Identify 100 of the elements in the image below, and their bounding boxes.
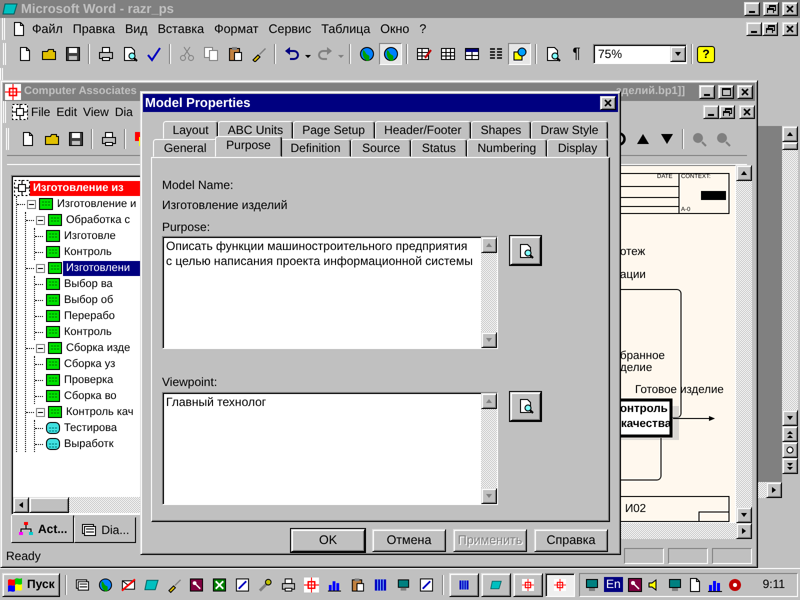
pilcrow-button[interactable]: ¶ xyxy=(565,43,588,65)
menu-item[interactable]: Edit xyxy=(53,104,80,120)
desktop-icon[interactable] xyxy=(74,576,90,592)
menu-item[interactable]: View xyxy=(80,104,112,120)
zoom-text-button[interactable] xyxy=(510,236,541,266)
menu-item[interactable]: ? xyxy=(414,22,432,36)
restore-button[interactable] xyxy=(763,2,779,16)
open-icon[interactable] xyxy=(40,46,56,62)
restore-icon[interactable] xyxy=(766,25,774,33)
document-map-icon[interactable] xyxy=(544,46,560,62)
tab[interactable]: Status xyxy=(411,139,467,157)
columns-icon[interactable] xyxy=(488,46,504,62)
tab[interactable]: Source xyxy=(351,139,412,157)
close-icon[interactable] xyxy=(742,108,752,116)
maximize-button[interactable] xyxy=(718,85,734,99)
monitor-icon[interactable] xyxy=(666,576,683,592)
scroll-right-button[interactable] xyxy=(736,523,752,539)
zoom-combo[interactable]: 75% xyxy=(593,44,687,64)
flower-icon[interactable] xyxy=(726,576,743,592)
book-icon[interactable] xyxy=(373,576,388,592)
tab[interactable]: Header/Footer xyxy=(374,121,472,139)
minimize-button[interactable] xyxy=(746,22,762,36)
pen-icon[interactable] xyxy=(418,576,434,592)
close-button[interactable] xyxy=(737,85,753,99)
globe-icon[interactable] xyxy=(358,46,374,62)
tools-icon[interactable] xyxy=(258,576,274,592)
scroll-down-button[interactable] xyxy=(782,410,798,426)
spreadsheet-icon[interactable] xyxy=(212,576,228,592)
right-arrow-icon[interactable] xyxy=(770,486,778,494)
drawing-icon[interactable] xyxy=(512,46,528,62)
magnifier-document-icon[interactable] xyxy=(518,398,534,414)
close-icon[interactable] xyxy=(786,25,794,33)
tab[interactable]: Definition xyxy=(280,139,352,157)
previous-page-button[interactable] xyxy=(782,426,798,442)
scrollbar-thumb[interactable] xyxy=(782,142,798,150)
help-button[interactable]: ? xyxy=(697,46,715,62)
browse-object-button[interactable] xyxy=(782,442,798,458)
tab[interactable]: General xyxy=(153,139,218,157)
crosshair-icon[interactable] xyxy=(522,576,534,592)
globe-icon[interactable] xyxy=(382,46,398,62)
restore-icon[interactable] xyxy=(722,108,732,116)
close-icon[interactable] xyxy=(740,88,750,96)
tab[interactable]: Draw Style xyxy=(530,121,608,139)
panel-tab[interactable]: Act... xyxy=(11,515,74,543)
menu-item[interactable]: Формат xyxy=(209,22,264,36)
viewpoint-field[interactable]: Главный технолог xyxy=(162,392,498,505)
network-icon[interactable] xyxy=(584,576,600,592)
printer-icon[interactable] xyxy=(281,576,296,592)
close-icon[interactable] xyxy=(604,99,612,107)
pen-icon[interactable] xyxy=(235,576,250,592)
right-arrow-icon[interactable] xyxy=(740,527,748,535)
collapse-icon[interactable] xyxy=(36,408,45,416)
double-up-arrow-icon[interactable] xyxy=(786,430,794,438)
menu-item[interactable]: File xyxy=(28,104,54,120)
key-icon[interactable] xyxy=(189,576,204,592)
menu-item[interactable]: Правка xyxy=(68,22,120,36)
key-icon[interactable] xyxy=(626,576,643,592)
purpose-field[interactable]: Описать функции машиностроительного предприятия с целью написания проекта информационной системы xyxy=(162,236,498,350)
save-icon[interactable] xyxy=(68,131,84,147)
collapse-icon[interactable] xyxy=(36,264,45,272)
down-arrow-icon[interactable] xyxy=(786,414,794,422)
double-down-arrow-icon[interactable] xyxy=(786,462,794,470)
close-button[interactable] xyxy=(782,22,798,36)
print-preview-icon[interactable] xyxy=(122,46,138,62)
tab[interactable]: Page Setup xyxy=(292,121,375,139)
undo-icon[interactable] xyxy=(284,46,300,62)
dropdown-button[interactable] xyxy=(670,46,686,62)
table-icon[interactable] xyxy=(440,46,456,62)
minimize-button[interactable] xyxy=(744,2,760,16)
start-button[interactable]: Пуск xyxy=(2,572,60,596)
monitor-icon[interactable] xyxy=(396,576,411,592)
crosshair-icon[interactable] xyxy=(304,576,320,592)
print-icon[interactable] xyxy=(98,46,114,62)
maximize-icon[interactable] xyxy=(722,88,730,96)
menu-item[interactable]: Файл xyxy=(27,22,68,36)
collapse-icon[interactable] xyxy=(27,200,36,208)
close-button[interactable] xyxy=(600,96,616,110)
dialog-button[interactable]: Отмена xyxy=(372,529,446,552)
menu-item[interactable]: Dia xyxy=(112,104,136,120)
open-icon[interactable] xyxy=(44,131,60,147)
down-arrow-icon[interactable] xyxy=(674,50,682,58)
spelling-icon[interactable] xyxy=(146,46,162,62)
close-button[interactable] xyxy=(739,105,755,119)
globe-icon[interactable] xyxy=(98,576,113,592)
minimize-button[interactable] xyxy=(703,105,719,119)
next-page-button[interactable] xyxy=(782,458,798,474)
dialog-button[interactable]: OK xyxy=(291,529,365,552)
save-icon[interactable] xyxy=(64,46,80,62)
panel-tab[interactable]: Dia... xyxy=(74,517,136,543)
spreadsheet-icon[interactable] xyxy=(464,46,480,62)
taskbar-button[interactable] xyxy=(544,572,575,596)
restore-button[interactable] xyxy=(719,105,735,119)
dialog-button[interactable]: Справка xyxy=(534,529,608,552)
brush-icon[interactable] xyxy=(166,576,182,592)
tab[interactable]: Numbering xyxy=(466,139,548,157)
magnifier-document-icon[interactable] xyxy=(518,242,534,259)
tab[interactable]: Purpose xyxy=(215,136,282,157)
scroll-down-button[interactable] xyxy=(481,488,497,504)
close-button[interactable] xyxy=(782,2,798,16)
scroll-up-button[interactable] xyxy=(481,392,497,409)
